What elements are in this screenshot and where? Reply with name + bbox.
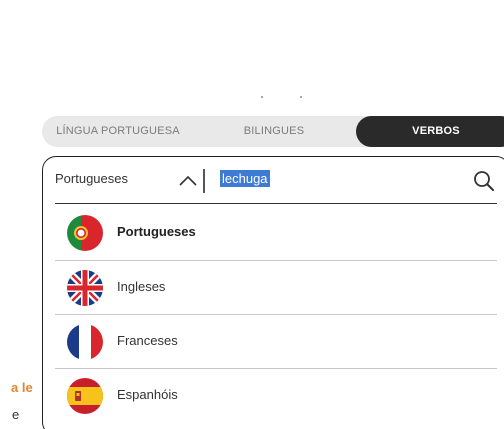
language-option-espanhois[interactable]: Espanhóis [55, 368, 497, 422]
portugal-flag-icon [67, 215, 103, 251]
france-flag-icon [67, 324, 103, 360]
language-option-portugueses[interactable]: Portugueses [55, 205, 497, 259]
language-option-label: Ingleses [117, 279, 166, 294]
tab-bilingues[interactable]: BILINGUES [222, 116, 326, 147]
uk-flag-icon [67, 270, 103, 306]
page: LÍNGUA PORTUGUESA BILINGUES VERBOS a le … [0, 0, 504, 429]
language-option-label: Franceses [117, 333, 178, 348]
language-dropdown-panel: Portugueses lechuga Portugueses Ingleses… [42, 156, 504, 429]
search-icon[interactable] [473, 170, 495, 192]
language-option-ingleses[interactable]: Ingleses [55, 260, 497, 314]
search-row: Portugueses lechuga [43, 157, 504, 203]
speck [300, 96, 302, 98]
tab-bar: LÍNGUA PORTUGUESA BILINGUES VERBOS [42, 116, 504, 147]
search-underline [55, 203, 497, 204]
search-input[interactable]: lechuga [220, 170, 270, 187]
language-option-franceses[interactable]: Franceses [55, 314, 497, 368]
search-divider [203, 169, 205, 193]
language-option-label: Espanhóis [117, 387, 178, 402]
background-text-fragment: e [12, 407, 20, 422]
tab-lingua-portuguesa[interactable]: LÍNGUA PORTUGUESA [48, 116, 188, 147]
spain-flag-icon [67, 378, 103, 414]
speck [261, 96, 263, 98]
tab-verbos[interactable]: VERBOS [356, 116, 504, 147]
language-option-label: Portugueses [117, 224, 196, 239]
language-select[interactable]: Portugueses [55, 171, 128, 186]
chevron-up-icon[interactable] [179, 175, 197, 186]
background-link-fragment[interactable]: a le [11, 380, 33, 395]
